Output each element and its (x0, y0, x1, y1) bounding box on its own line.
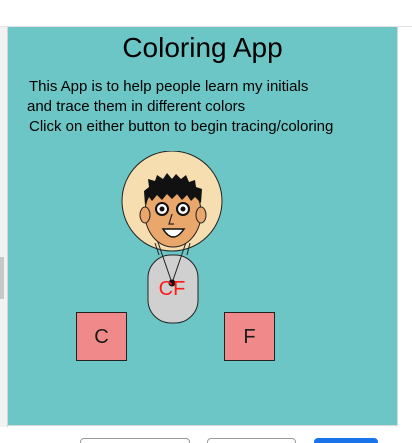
intro-line-2: and trace them in different colors (27, 98, 246, 115)
app-title: Coloring App (122, 32, 283, 63)
top-toolbar (0, 0, 412, 27)
left-pupil (159, 206, 165, 212)
footer-button-1[interactable] (80, 438, 190, 443)
intro-line-3: Click on either button to begin tracing/… (29, 118, 334, 135)
left-panel-edge (0, 27, 8, 427)
right-ear (195, 206, 207, 224)
trace-f-button[interactable]: F (224, 312, 275, 361)
initials-label: CF (158, 278, 186, 300)
trace-c-button[interactable]: C (76, 312, 127, 361)
sketch-canvas[interactable]: Coloring App This App is to help people … (8, 27, 398, 426)
app-window: Coloring App This App is to help people … (0, 0, 412, 443)
footer-button-2[interactable] (207, 438, 296, 443)
right-pupil (180, 206, 186, 212)
left-ear (139, 206, 151, 224)
intro-line-1: This App is to help people learn my init… (29, 78, 309, 95)
footer-primary-button[interactable] (314, 438, 378, 443)
left-scrollbar-thumb[interactable] (0, 257, 4, 299)
